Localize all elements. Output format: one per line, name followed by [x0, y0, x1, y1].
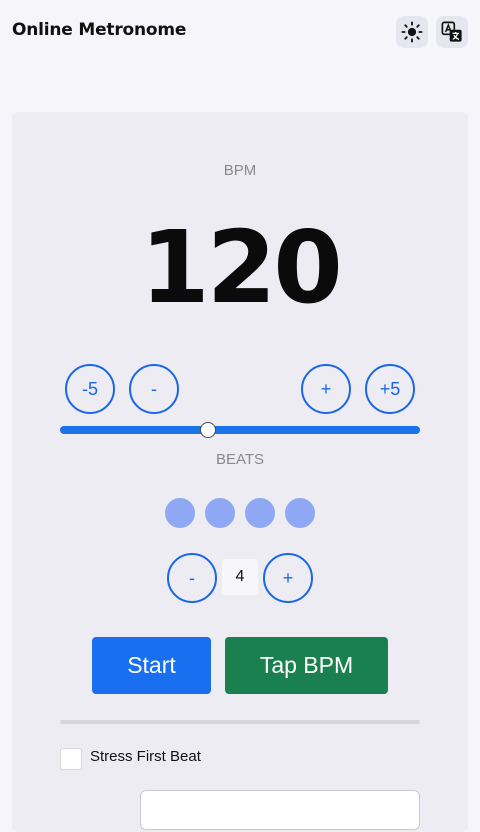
stress-first-beat-checkbox[interactable] [60, 748, 82, 770]
bpm-plus-5-button[interactable]: +5 [365, 364, 415, 414]
divider [60, 720, 420, 724]
sun-icon [401, 21, 423, 43]
language-button[interactable] [436, 16, 468, 48]
beat-indicator [285, 498, 315, 528]
beats-plus-button[interactable]: + [263, 553, 313, 603]
start-button[interactable]: Start [92, 637, 211, 694]
bpm-slider-track[interactable] [60, 426, 420, 434]
beat-indicator [245, 498, 275, 528]
app-header: Online Metronome [0, 0, 480, 64]
tap-bpm-button[interactable]: Tap BPM [225, 637, 388, 694]
bpm-plus-1-button[interactable]: + [301, 364, 351, 414]
beat-indicator [165, 498, 195, 528]
beat-indicator [205, 498, 235, 528]
beats-minus-button[interactable]: - [167, 553, 217, 603]
bpm-label: BPM [223, 162, 257, 179]
beats-label: BEATS [215, 451, 265, 468]
beats-count: 4 [222, 559, 258, 595]
app-title: Online Metronome [12, 20, 187, 40]
bpm-minus-1-button[interactable]: - [129, 364, 179, 414]
bpm-value: 120 [140, 209, 343, 326]
bpm-slider-thumb[interactable] [199, 422, 216, 438]
sound-select[interactable] [140, 790, 420, 830]
theme-toggle-button[interactable] [396, 16, 428, 48]
stress-first-beat-label: Stress First Beat [90, 748, 201, 765]
bpm-minus-5-button[interactable]: -5 [65, 364, 115, 414]
translate-icon [441, 21, 462, 42]
